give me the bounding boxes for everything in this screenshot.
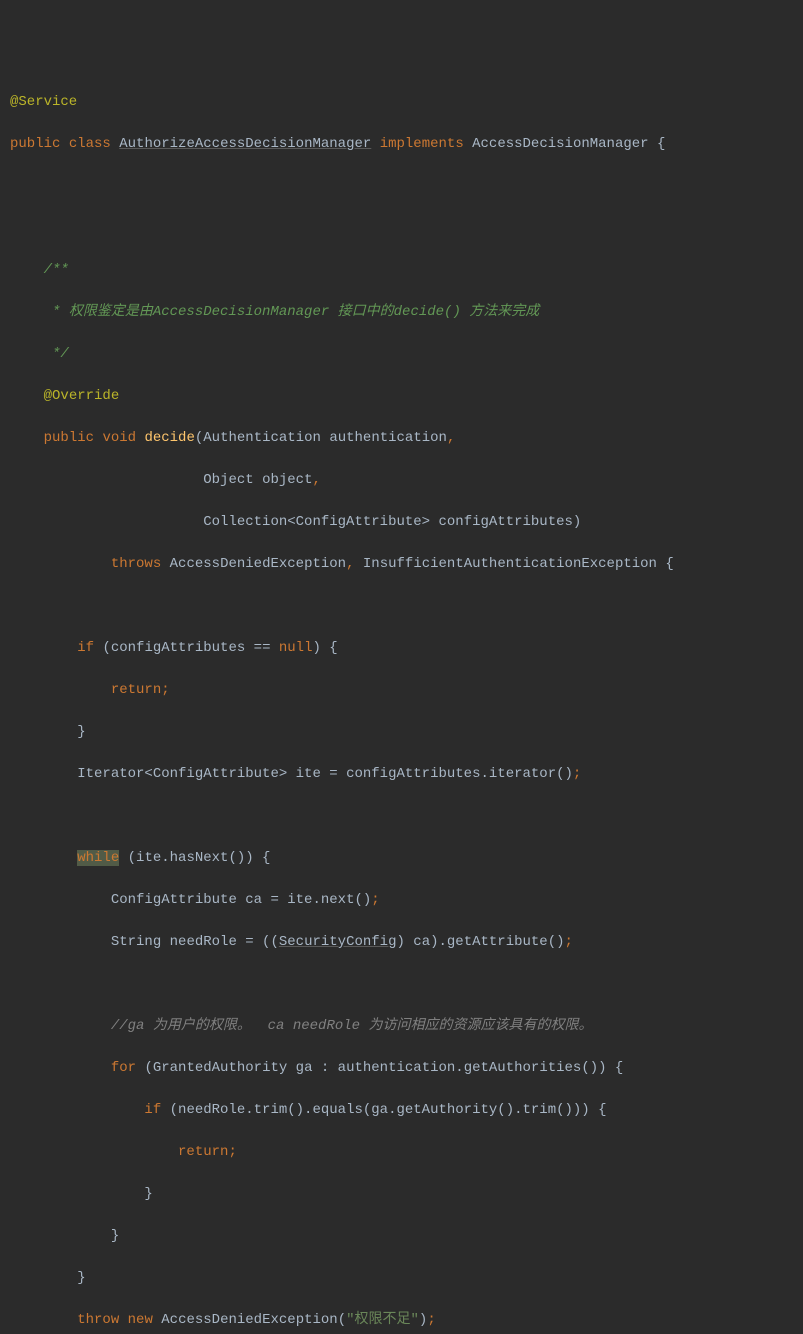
if-condition: (needRole.trim().equals(ga.getAuthority(… <box>161 1102 606 1118</box>
code-line: return; <box>10 680 793 701</box>
comma: , <box>447 430 455 446</box>
code-line: public class AuthorizeAccessDecisionMana… <box>10 134 793 155</box>
code-line: Object object, <box>10 470 793 491</box>
keyword-throw: throw <box>77 1312 119 1328</box>
type-collection: Collection<ConfigAttribute> <box>203 514 430 530</box>
blank-line <box>10 218 793 239</box>
annotation-override: @Override <box>44 388 120 404</box>
for-condition: (GrantedAuthority ga : authentication.ge… <box>136 1060 623 1076</box>
iterator-decl: Iterator<ConfigAttribute> ite = configAt… <box>77 766 573 782</box>
keyword-implements: implements <box>380 136 464 152</box>
keyword-public: public <box>44 430 94 446</box>
keyword-return: return <box>111 682 161 698</box>
method-decide: decide <box>144 430 194 446</box>
code-line: } <box>10 1226 793 1247</box>
keyword-class: class <box>69 136 111 152</box>
code-line: * 权限鉴定是由AccessDecisionManager 接口中的decide… <box>10 302 793 323</box>
code-line: throws AccessDeniedException, Insufficie… <box>10 554 793 575</box>
keyword-for: for <box>111 1060 136 1076</box>
blank-line <box>10 806 793 827</box>
code-line: if (needRole.trim().equals(ga.getAuthori… <box>10 1100 793 1121</box>
comma: , <box>346 556 354 572</box>
brace-close: } <box>111 1228 119 1244</box>
code-line: Iterator<ConfigAttribute> ite = configAt… <box>10 764 793 785</box>
comment-cn: 为用户的权限。 <box>153 1018 251 1034</box>
brace-close: } <box>144 1186 152 1202</box>
keyword-throws: throws <box>111 556 161 572</box>
code-line: } <box>10 722 793 743</box>
needrole-decl-post: ) ca).getAttribute() <box>396 934 564 950</box>
keyword-if: if <box>77 640 94 656</box>
brace-close: } <box>77 1270 85 1286</box>
security-config-type: SecurityConfig <box>279 934 397 950</box>
keyword-public: public <box>10 136 60 152</box>
code-line: String needRole = ((SecurityConfig) ca).… <box>10 932 793 953</box>
blank-line <box>10 176 793 197</box>
code-line: //ga 为用户的权限。 ca needRole 为访问相应的资源应该具有的权限… <box>10 1016 793 1037</box>
code-line: for (GrantedAuthority ga : authenticatio… <box>10 1058 793 1079</box>
code-line: Collection<ConfigAttribute> configAttrib… <box>10 512 793 533</box>
comment-prefix: //ga <box>111 1018 153 1034</box>
blank-line <box>10 596 793 617</box>
exception-new: AccessDeniedException( <box>161 1312 346 1328</box>
param-config-attributes: configAttributes <box>438 514 572 530</box>
javadoc-open: /** <box>44 262 69 278</box>
param-object: object <box>262 472 312 488</box>
while-condition: (ite.hasNext()) { <box>119 850 270 866</box>
code-line: throw new AccessDeniedException("权限不足"); <box>10 1310 793 1331</box>
keyword-new: new <box>128 1312 153 1328</box>
code-line: @Override <box>10 386 793 407</box>
code-line: ConfigAttribute ca = ite.next(); <box>10 890 793 911</box>
type-object: Object <box>203 472 253 488</box>
type-authentication: Authentication <box>203 430 321 446</box>
string-literal: "权限不足" <box>346 1312 419 1328</box>
brace-open: { <box>665 556 673 572</box>
implements-type: AccessDecisionManager <box>472 136 648 152</box>
semicolon: ; <box>573 766 581 782</box>
code-line: public void decide(Authentication authen… <box>10 428 793 449</box>
paren-close: ) <box>419 1312 427 1328</box>
code-line: if (configAttributes == null) { <box>10 638 793 659</box>
keyword-null: null <box>279 640 313 656</box>
annotation-service: @Service <box>10 94 77 110</box>
exception-type: AccessDeniedException <box>170 556 346 572</box>
blank-line <box>10 974 793 995</box>
semicolon: ; <box>371 892 379 908</box>
keyword-if: if <box>144 1102 161 1118</box>
config-attr-decl: ConfigAttribute ca = ite.next() <box>111 892 371 908</box>
exception-type: InsufficientAuthenticationException <box>363 556 657 572</box>
code-line: /** <box>10 260 793 281</box>
code-line: while (ite.hasNext()) { <box>10 848 793 869</box>
comment-cn: 为访问相应的资源应该具有的权限。 <box>368 1018 592 1034</box>
semicolon: ; <box>161 682 169 698</box>
code-line: */ <box>10 344 793 365</box>
code-line: } <box>10 1184 793 1205</box>
comment-mid: ca needRole <box>251 1018 369 1034</box>
keyword-return: return <box>178 1144 228 1160</box>
keyword-void: void <box>102 430 136 446</box>
brace-open: { <box>657 136 665 152</box>
code-line: @Service <box>10 92 793 113</box>
javadoc-body: * 权限鉴定是由AccessDecisionManager 接口中的decide… <box>44 304 540 320</box>
condition-close: ) { <box>312 640 337 656</box>
javadoc-close: */ <box>44 346 69 362</box>
paren-close: ) <box>573 514 581 530</box>
keyword-while: while <box>77 850 119 866</box>
condition: (configAttributes == <box>102 640 278 656</box>
code-line: } <box>10 1268 793 1289</box>
code-line: return; <box>10 1142 793 1163</box>
comma: , <box>312 472 320 488</box>
brace-close: } <box>77 724 85 740</box>
class-name: AuthorizeAccessDecisionManager <box>119 136 371 152</box>
semicolon: ; <box>427 1312 435 1328</box>
param-authentication: authentication <box>329 430 447 446</box>
needrole-decl-pre: String needRole = (( <box>111 934 279 950</box>
semicolon: ; <box>228 1144 236 1160</box>
semicolon: ; <box>565 934 573 950</box>
